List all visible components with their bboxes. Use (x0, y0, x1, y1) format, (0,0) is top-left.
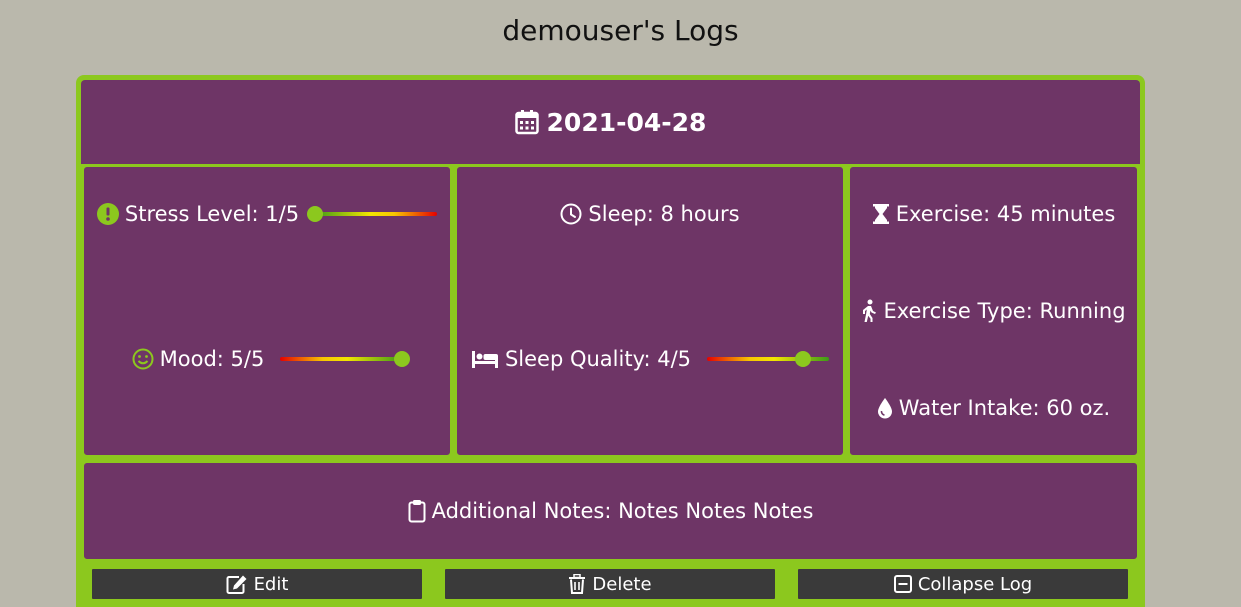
notes-panel: Additional Notes: Notes Notes Notes (81, 460, 1140, 562)
calendar-icon (514, 109, 539, 135)
delete-button-label: Delete (592, 573, 652, 595)
smile-icon (132, 348, 154, 370)
mood-slider-thumb[interactable] (394, 351, 411, 367)
exclamation-circle-icon (96, 203, 119, 225)
log-card: 2021-04-28 Stress Level: 1/5 Mood: 5/5 S… (76, 75, 1145, 607)
hourglass-icon (872, 203, 890, 225)
sleep-quality-row: Sleep Quality: 4/5 (457, 347, 843, 371)
log-date: 2021-04-28 (546, 107, 707, 137)
walking-icon (861, 299, 877, 323)
minus-square-icon (893, 575, 912, 593)
notes-label: Additional Notes: Notes Notes Notes (431, 499, 814, 523)
mood-label: Mood: 5/5 (159, 347, 265, 371)
stress-slider[interactable] (307, 206, 438, 222)
mood-row: Mood: 5/5 (84, 347, 450, 371)
edit-icon (226, 574, 248, 594)
collapse-log-button[interactable]: Collapse Log (796, 567, 1130, 601)
sleep-quality-slider[interactable] (707, 351, 830, 367)
bed-icon (471, 349, 499, 369)
sleep-panel: Sleep: 8 hours Sleep Quality: 4/5 (454, 164, 846, 458)
exercise-label: Exercise: 45 minutes (895, 202, 1116, 226)
sleep-row: Sleep: 8 hours (457, 202, 843, 226)
droplet-icon (877, 397, 893, 419)
stress-label: Stress Level: 1/5 (124, 202, 300, 226)
clock-icon (560, 203, 582, 225)
exercise-type-label: Exercise Type: Running (883, 299, 1126, 323)
exercise-row: Exercise: 45 minutes (850, 202, 1137, 226)
water-row: Water Intake: 60 oz. (850, 396, 1137, 420)
wellbeing-panel: Stress Level: 1/5 Mood: 5/5 (81, 164, 453, 458)
water-label: Water Intake: 60 oz. (898, 396, 1111, 420)
exercise-panel: Exercise: 45 minutes Exercise Type: Runn… (847, 164, 1140, 458)
edit-button-label: Edit (253, 573, 289, 595)
mood-slider[interactable] (280, 351, 411, 367)
sleep-quality-slider-thumb[interactable] (795, 351, 812, 367)
log-date-header: 2021-04-28 (81, 80, 1140, 164)
sleep-label: Sleep: 8 hours (588, 202, 740, 226)
sleep-quality-label: Sleep Quality: 4/5 (504, 347, 692, 371)
delete-button[interactable]: Delete (443, 567, 777, 601)
stress-slider-thumb[interactable] (307, 206, 324, 222)
page-title: demouser's Logs (502, 14, 739, 47)
clipboard-icon (408, 499, 426, 523)
stress-row: Stress Level: 1/5 (84, 202, 450, 226)
collapse-log-button-label: Collapse Log (917, 573, 1033, 595)
exercise-type-row: Exercise Type: Running (850, 299, 1137, 323)
trash-icon (568, 574, 586, 594)
edit-button[interactable]: Edit (90, 567, 424, 601)
